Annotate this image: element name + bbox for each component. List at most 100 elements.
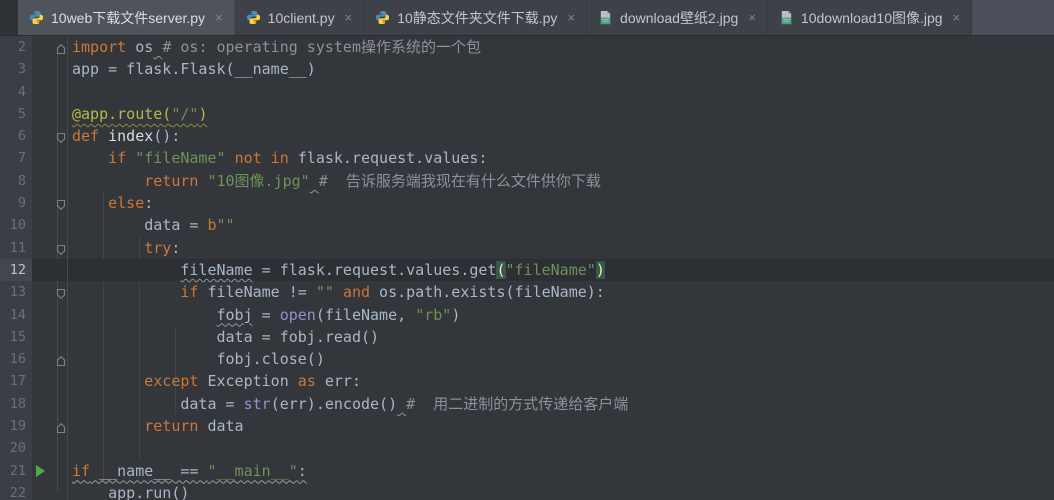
code-line[interactable]: 15 data = fobj.read() (0, 326, 1054, 348)
tab-close-icon[interactable]: × (567, 11, 575, 24)
code-line[interactable]: 7 if "fileName" not in flask.request.val… (0, 147, 1054, 169)
gutter-cell (32, 460, 68, 482)
code-line[interactable]: 11 try: (0, 237, 1054, 259)
code-line[interactable]: 3 app = flask.Flask(__name__) (0, 58, 1054, 80)
code-segment-kw: return (144, 172, 198, 190)
code-segment-st: "__main__" (207, 462, 297, 480)
fold-down-icon[interactable] (54, 285, 68, 299)
fold-up-icon[interactable] (54, 352, 68, 366)
fold-down-icon[interactable] (54, 196, 68, 210)
code-segment-tx: (err).encode() (271, 395, 397, 413)
tab-1[interactable]: 10web下载文件server.py× (18, 0, 235, 35)
code-segment-tx: err: (316, 372, 361, 390)
code-segment-tx (262, 149, 271, 167)
line-number[interactable]: 14 (0, 304, 32, 326)
line-number[interactable]: 16 (0, 348, 32, 370)
line-number[interactable]: 10 (0, 214, 32, 236)
code-line[interactable]: 22 app.run() (0, 482, 1054, 500)
code-line[interactable]: 19 return data (0, 415, 1054, 437)
run-icon[interactable] (36, 465, 45, 477)
line-number[interactable]: 7 (0, 147, 32, 169)
code-line[interactable]: 4 (0, 81, 1054, 103)
tab-2[interactable]: 10client.py× (235, 0, 365, 35)
code-text: app.run() (68, 482, 189, 500)
code-segment-kw: import (72, 38, 126, 56)
line-number[interactable]: 11 (0, 237, 32, 259)
code-editor[interactable]: 2import os # os: operating system操作系统的一个… (0, 36, 1054, 500)
code-line[interactable]: 6 def index(): (0, 125, 1054, 147)
line-number[interactable]: 12 (0, 259, 32, 281)
code-segment-tx: data = (180, 395, 243, 413)
line-number[interactable]: 6 (0, 125, 32, 147)
fold-up-icon[interactable] (54, 40, 68, 54)
code-line[interactable]: 20 (0, 437, 1054, 459)
line-number[interactable]: 4 (0, 81, 32, 103)
line-number[interactable]: 3 (0, 58, 32, 80)
line-number[interactable]: 13 (0, 281, 32, 303)
code-segment-st: "rb" (415, 306, 451, 324)
code-segment-kw: if (180, 283, 198, 301)
code-segment-kw: and (343, 283, 370, 301)
tab-close-icon[interactable]: × (345, 11, 353, 24)
tab-close-icon[interactable]: × (748, 11, 756, 24)
code-segment-tx: app = flask.Flask(__name__) (72, 60, 316, 78)
tab-bar-empty-space (972, 0, 1054, 35)
code-text: return "10图像.jpg" # 告诉服务端我现在有什么文件供你下载 (68, 170, 601, 192)
code-segment-fn: index (108, 127, 153, 145)
code-line[interactable]: 9 else: (0, 192, 1054, 214)
gutter-cell (32, 147, 68, 169)
line-number[interactable]: 21 (0, 460, 32, 482)
code-line[interactable]: 18 data = str(err).encode() # 用二进制的方式传递给… (0, 393, 1054, 415)
code-segment-tx: = (253, 306, 280, 324)
line-number[interactable]: 15 (0, 326, 32, 348)
line-number[interactable]: 5 (0, 103, 32, 125)
tab-close-icon[interactable]: × (215, 11, 223, 24)
code-segment-dc: ) (198, 105, 207, 123)
line-number[interactable]: 9 (0, 192, 32, 214)
code-lines: 2import os # os: operating system操作系统的一个… (0, 36, 1054, 500)
line-number[interactable]: 17 (0, 370, 32, 392)
code-segment-un: fobj (217, 306, 253, 324)
code-line[interactable]: 2import os # os: operating system操作系统的一个… (0, 36, 1054, 58)
code-segment-kw: def (72, 127, 99, 145)
code-line[interactable]: 16 fobj.close() (0, 348, 1054, 370)
line-number[interactable]: 19 (0, 415, 32, 437)
gutter-cell (32, 58, 68, 80)
line-number[interactable]: 2 (0, 36, 32, 58)
code-segment-kw: else (108, 194, 144, 212)
code-text: fobj.close() (68, 348, 325, 370)
code-text: data = fobj.read() (68, 326, 379, 348)
line-number[interactable]: 20 (0, 437, 32, 459)
fold-down-icon[interactable] (54, 129, 68, 143)
fold-down-icon[interactable] (54, 241, 68, 255)
code-segment-sq (310, 172, 319, 190)
code-segment-tx: (): (153, 127, 180, 145)
code-line[interactable]: 14 fobj = open(fileName, "rb") (0, 304, 1054, 326)
line-number[interactable]: 18 (0, 393, 32, 415)
code-segment-kw: return (144, 417, 198, 435)
code-segment-br: ) (596, 261, 605, 279)
code-line[interactable]: 13 if fileName != "" and os.path.exists(… (0, 281, 1054, 303)
code-line[interactable]: 12 fileName = flask.request.values.get("… (0, 259, 1054, 281)
code-line[interactable]: 21if __name__ == "__main__": (0, 460, 1054, 482)
code-text: data = str(err).encode() # 用二进制的方式传递给客户端 (68, 393, 628, 415)
line-number[interactable]: 22 (0, 482, 32, 500)
code-segment-sq (153, 38, 162, 56)
tab-close-icon[interactable]: × (953, 11, 961, 24)
fold-up-icon[interactable] (54, 419, 68, 433)
code-line[interactable]: 8 return "10图像.jpg" # 告诉服务端我现在有什么文件供你下载 (0, 170, 1054, 192)
code-line[interactable]: 10 data = b"" (0, 214, 1054, 236)
code-segment-tx (126, 149, 135, 167)
tab-5[interactable]: 10download10图像.jpg× (768, 0, 972, 35)
tab-label: 10静态文件夹文件下载.py (397, 8, 557, 28)
code-line[interactable]: 5@app.route("/") (0, 103, 1054, 125)
tab-bar-left-pad (0, 0, 18, 35)
tab-4[interactable]: download壁纸2.jpg× (587, 0, 768, 35)
code-line[interactable]: 17 except Exception as err: (0, 370, 1054, 392)
line-number[interactable]: 8 (0, 170, 32, 192)
code-segment-tx: os (135, 38, 153, 56)
code-segment-tx (334, 283, 343, 301)
tab-3[interactable]: 10静态文件夹文件下载.py × (364, 0, 587, 35)
image-file-icon (779, 10, 794, 25)
code-segment-st: "10图像.jpg" (207, 172, 309, 190)
